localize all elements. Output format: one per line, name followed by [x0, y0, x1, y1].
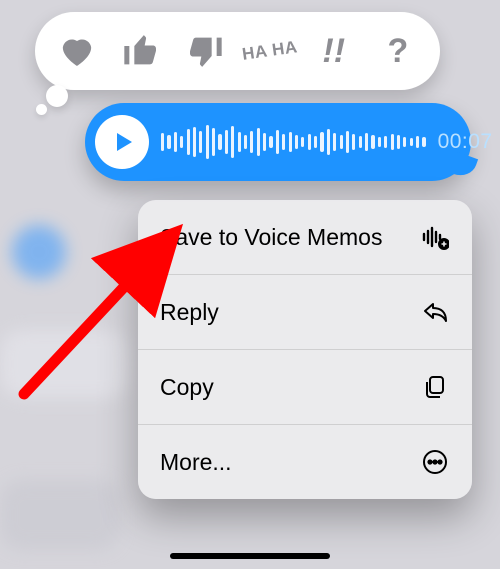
copy-icon [420, 373, 450, 401]
screenshot-stage: HA HA !! ? 00:07 Save to Voice Memos [0, 0, 500, 569]
tapback-question[interactable]: ? [369, 22, 427, 80]
audio-waveform [161, 122, 426, 162]
menu-item-label: Reply [160, 299, 219, 325]
menu-item-copy[interactable]: Copy [138, 350, 472, 425]
tapback-haha[interactable]: HA HA [241, 22, 299, 80]
tapback-tail [46, 85, 68, 107]
exclaim-icon: !! [322, 32, 345, 71]
thumbs-down-icon [185, 31, 225, 71]
thumbs-up-icon [121, 31, 161, 71]
tapback-reaction-bar: HA HA !! ? [35, 12, 440, 90]
background-blob [0, 330, 130, 398]
context-menu: Save to Voice Memos Reply [138, 200, 472, 499]
heart-icon [57, 31, 97, 71]
more-icon [420, 448, 450, 476]
menu-item-reply[interactable]: Reply [138, 275, 472, 350]
tapback-thumbs-up[interactable] [112, 22, 170, 80]
menu-item-label: More... [160, 449, 232, 475]
menu-item-label: Copy [160, 374, 214, 400]
home-indicator[interactable] [170, 553, 330, 559]
play-icon [112, 130, 136, 154]
tapback-thumbs-down[interactable] [176, 22, 234, 80]
question-icon: ? [387, 32, 408, 71]
haha-icon: HA HA [241, 39, 298, 63]
tapback-tail [36, 104, 47, 115]
play-button[interactable] [95, 115, 149, 169]
background-blob [0, 480, 120, 550]
tapback-heart[interactable] [48, 22, 106, 80]
menu-item-more[interactable]: More... [138, 425, 472, 499]
waveform-add-icon [420, 223, 450, 251]
audio-duration: 00:07 [438, 130, 493, 154]
tapback-exclaim[interactable]: !! [305, 22, 363, 80]
menu-item-label: Save to Voice Memos [160, 224, 382, 250]
menu-item-save-voice-memos[interactable]: Save to Voice Memos [138, 200, 472, 275]
reply-icon [420, 298, 450, 326]
background-blob [12, 225, 66, 279]
voice-message-bubble[interactable]: 00:07 [85, 103, 471, 181]
